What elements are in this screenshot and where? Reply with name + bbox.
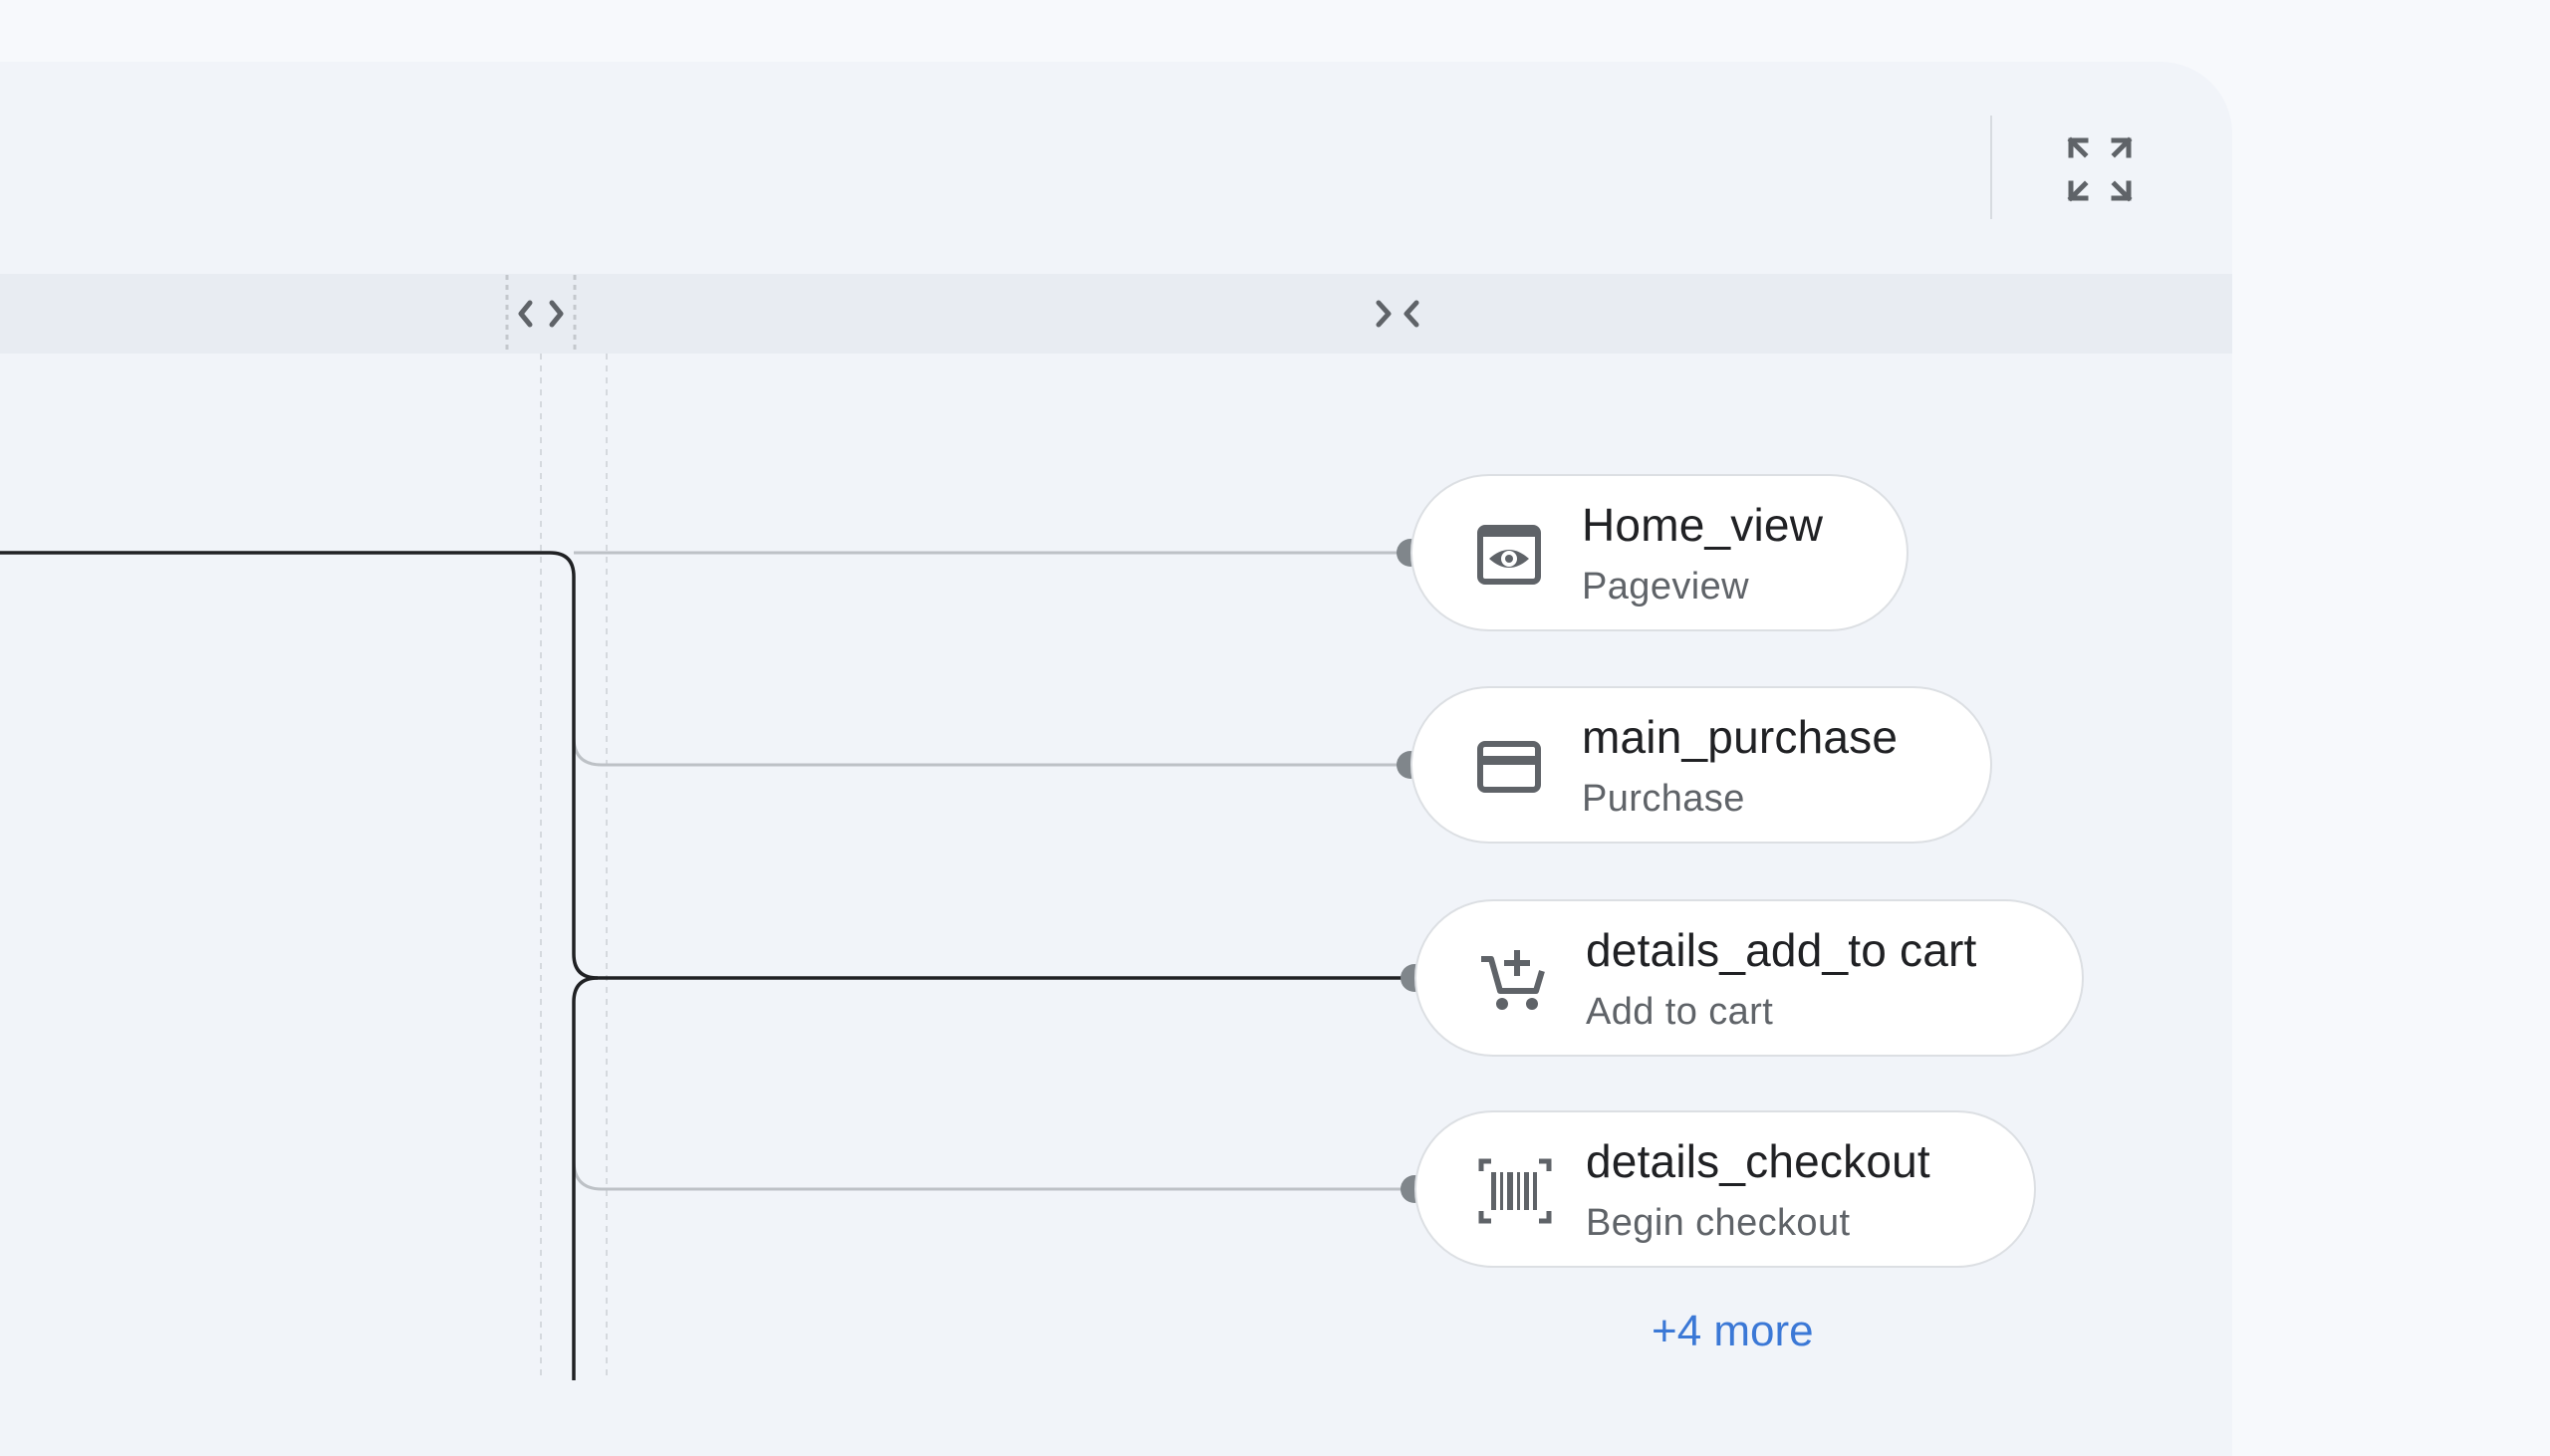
show-more-link[interactable]: +4 more <box>1652 1307 1814 1356</box>
flow-connectors <box>0 354 1428 1380</box>
connector-main-purchase <box>572 736 1410 767</box>
event-name: details_checkout <box>1586 1135 1930 1187</box>
event-name: Home_view <box>1582 499 1824 551</box>
barcode-icon <box>1478 1156 1552 1226</box>
event-node-home-view[interactable]: Home_view Pageview <box>1410 474 1909 631</box>
event-node-details-add-to-cart[interactable]: details_add_to cart Add to cart <box>1414 899 2084 1057</box>
event-name: main_purchase <box>1582 711 1899 763</box>
event-type: Pageview <box>1582 566 1749 607</box>
pageview-icon <box>1474 520 1544 590</box>
event-name: details_add_to cart <box>1586 924 1977 976</box>
event-node-details-checkout[interactable]: details_checkout Begin checkout <box>1414 1110 2036 1268</box>
event-type: Add to cart <box>1586 991 1774 1033</box>
add-to-cart-icon <box>1478 945 1548 1015</box>
event-node-main-purchase[interactable]: main_purchase Purchase <box>1410 686 1992 844</box>
event-type: Begin checkout <box>1586 1202 1851 1244</box>
connector-details-checkout <box>572 1159 1414 1191</box>
event-type: Purchase <box>1582 778 1745 820</box>
credit-card-icon <box>1474 732 1544 802</box>
